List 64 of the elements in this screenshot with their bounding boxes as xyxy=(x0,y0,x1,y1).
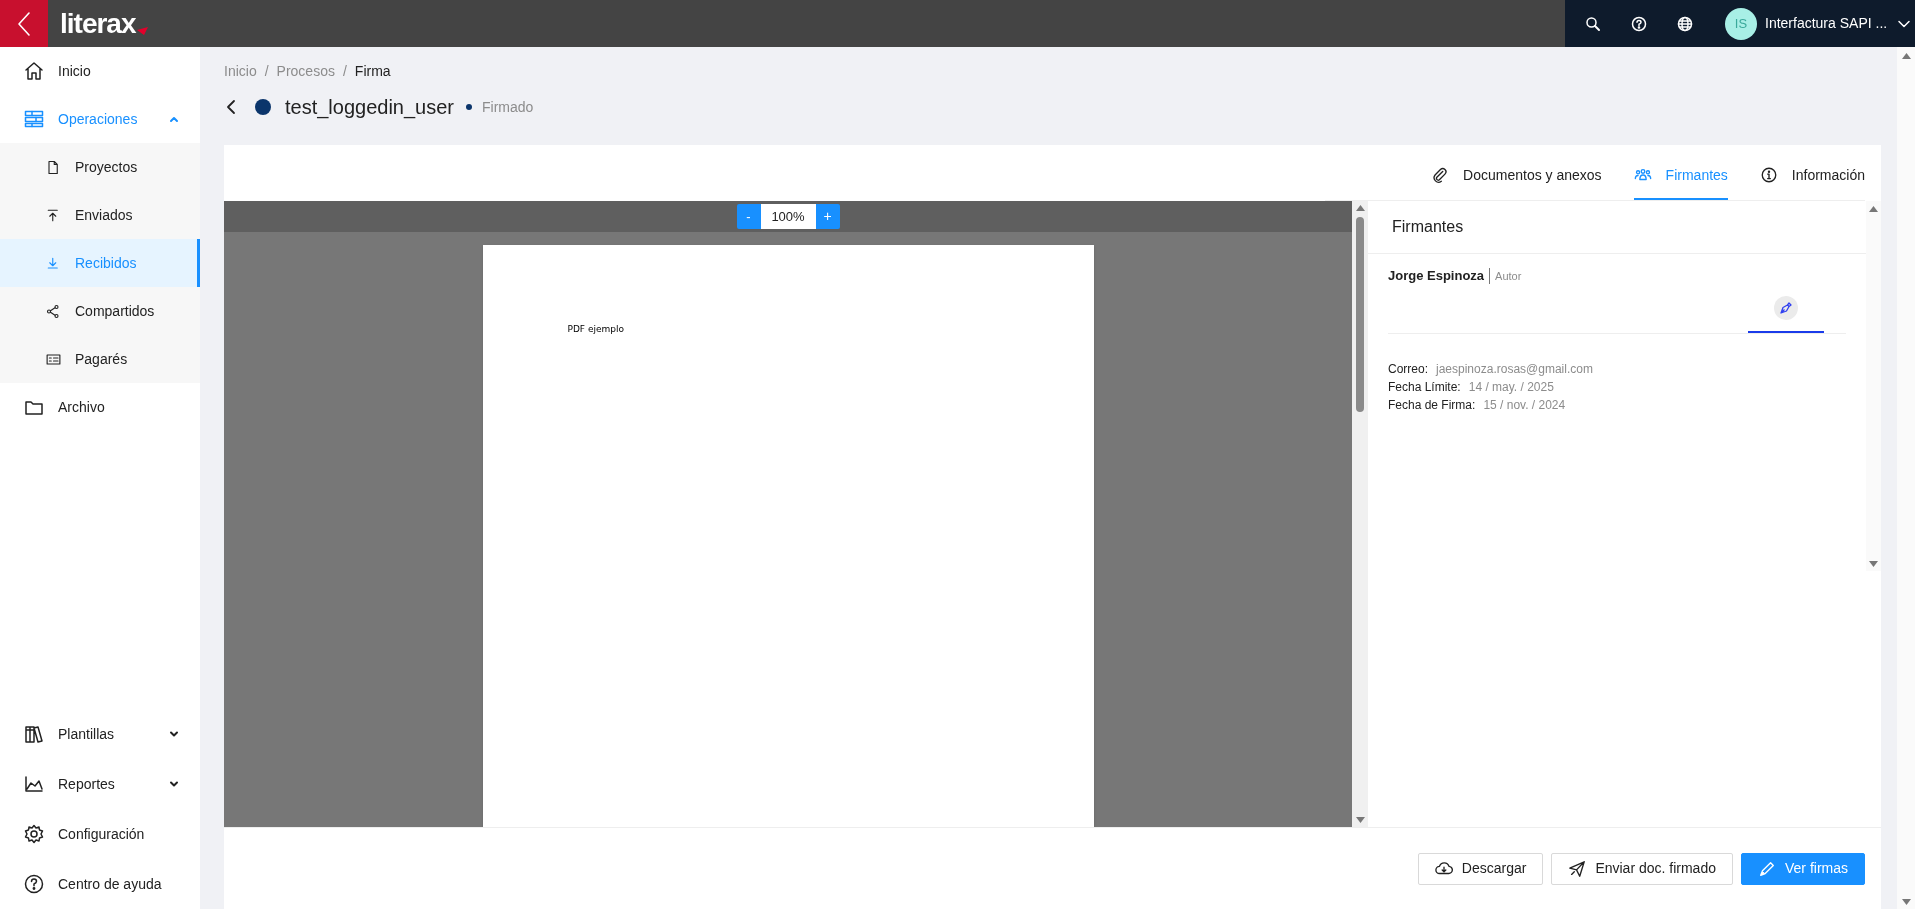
breadcrumb-separator: / xyxy=(264,62,269,81)
submenu-item[interactable]: Proyectos xyxy=(0,143,200,191)
scrollbar[interactable] xyxy=(1866,201,1881,571)
scrollbar[interactable] xyxy=(1352,201,1368,827)
area-chart-icon xyxy=(24,774,44,794)
submenu-item[interactable]: Compartidos xyxy=(0,287,200,335)
scroll-down-arrow-icon[interactable] xyxy=(1355,817,1365,823)
tab[interactable]: Información xyxy=(1759,152,1865,200)
status-label: Firmado xyxy=(482,97,534,117)
sidebar-item[interactable]: Inicio xyxy=(0,47,200,95)
settings-icon xyxy=(24,824,44,844)
signer-name: Jorge Espinoza xyxy=(1388,267,1485,286)
pen-icon xyxy=(1774,296,1798,320)
action-button[interactable]: Enviar doc. firmado xyxy=(1551,852,1733,885)
page-text: PDF ejemplo xyxy=(567,324,624,334)
upload-icon xyxy=(46,207,61,223)
scrollbar[interactable] xyxy=(1897,47,1915,909)
breadcrumb-separator: / xyxy=(342,62,347,81)
books-icon xyxy=(24,724,44,744)
field-value: 15 / nov. / 2024 xyxy=(1483,397,1566,414)
bullet-icon xyxy=(466,104,472,110)
download-icon xyxy=(46,255,61,271)
stacked-layers-icon xyxy=(24,109,44,129)
field-label: Fecha de Firma: xyxy=(1388,397,1476,414)
sidebar-item[interactable]: Configuración xyxy=(0,809,200,859)
home-icon xyxy=(24,61,44,81)
submenu-item[interactable]: Pagarés xyxy=(0,335,200,383)
signer-role: Autor xyxy=(1495,268,1522,284)
action-button[interactable]: Descargar xyxy=(1417,852,1544,885)
scroll-thumb[interactable] xyxy=(1356,217,1364,412)
paper-plane-icon xyxy=(1568,859,1587,878)
panel-title: Firmantes xyxy=(1392,217,1464,237)
field-label: Fecha Límite: xyxy=(1388,379,1461,396)
status-dot xyxy=(255,99,271,115)
scroll-down-arrow-icon[interactable] xyxy=(1869,561,1878,567)
paperclip-icon xyxy=(1431,166,1450,184)
tab[interactable]: Documentos y anexos xyxy=(1431,152,1602,200)
help-icon[interactable] xyxy=(1631,15,1647,32)
info-icon xyxy=(1759,166,1778,184)
field-value: jaespinoza.rosas@gmail.com xyxy=(1436,361,1593,378)
sidebar-item[interactable]: Archivo xyxy=(0,383,200,431)
field-label: Correo: xyxy=(1388,361,1428,378)
globe-icon[interactable] xyxy=(1677,15,1693,32)
sidebar-item[interactable]: Reportes xyxy=(0,759,200,809)
pen-icon xyxy=(1758,859,1776,878)
back-icon[interactable] xyxy=(17,10,31,37)
search-icon[interactable] xyxy=(1585,15,1601,32)
scroll-up-arrow-icon[interactable] xyxy=(1355,205,1365,211)
document-title: test_loggedin_user xyxy=(285,95,454,121)
logo-mark-icon xyxy=(136,26,149,35)
field-value: 14 / may. / 2025 xyxy=(1468,379,1554,396)
scroll-up-arrow-icon[interactable] xyxy=(1869,206,1878,212)
card-icon xyxy=(46,351,61,367)
share-icon xyxy=(46,303,61,319)
submenu-item[interactable]: Enviados xyxy=(0,191,200,239)
sidebar-item[interactable]: Centro de ayuda xyxy=(0,859,200,909)
help-icon xyxy=(24,874,44,894)
document-icon xyxy=(46,159,61,175)
scroll-down-arrow-icon[interactable] xyxy=(1901,899,1911,905)
logo: literax xyxy=(60,9,136,38)
zoom-level: 100% xyxy=(760,204,816,229)
sidebar-item[interactable]: Plantillas xyxy=(0,709,200,759)
scroll-up-arrow-icon[interactable] xyxy=(1901,53,1911,59)
user-name[interactable]: Interfactura SAPI ... xyxy=(1765,13,1888,34)
